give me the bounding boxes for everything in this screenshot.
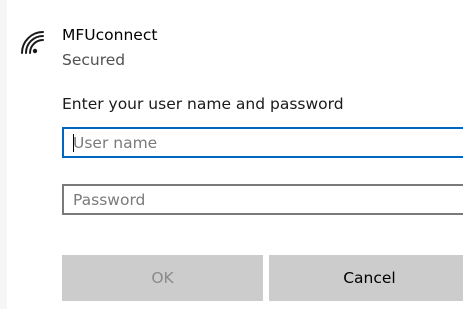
username-field[interactable] [62,127,463,158]
network-status: Secured [62,51,126,69]
password-input[interactable] [73,186,463,213]
wifi-icon [21,31,44,54]
credentials-prompt: Enter your user name and password [62,95,344,113]
network-login-panel: MFUconnect Secured Enter your user name … [7,0,463,309]
password-field[interactable] [62,184,463,215]
cancel-button[interactable]: Cancel [269,255,463,301]
network-name: MFUconnect [62,26,158,44]
username-input[interactable] [73,129,463,156]
ok-button[interactable]: OK [62,255,263,301]
text-caret [73,134,74,152]
